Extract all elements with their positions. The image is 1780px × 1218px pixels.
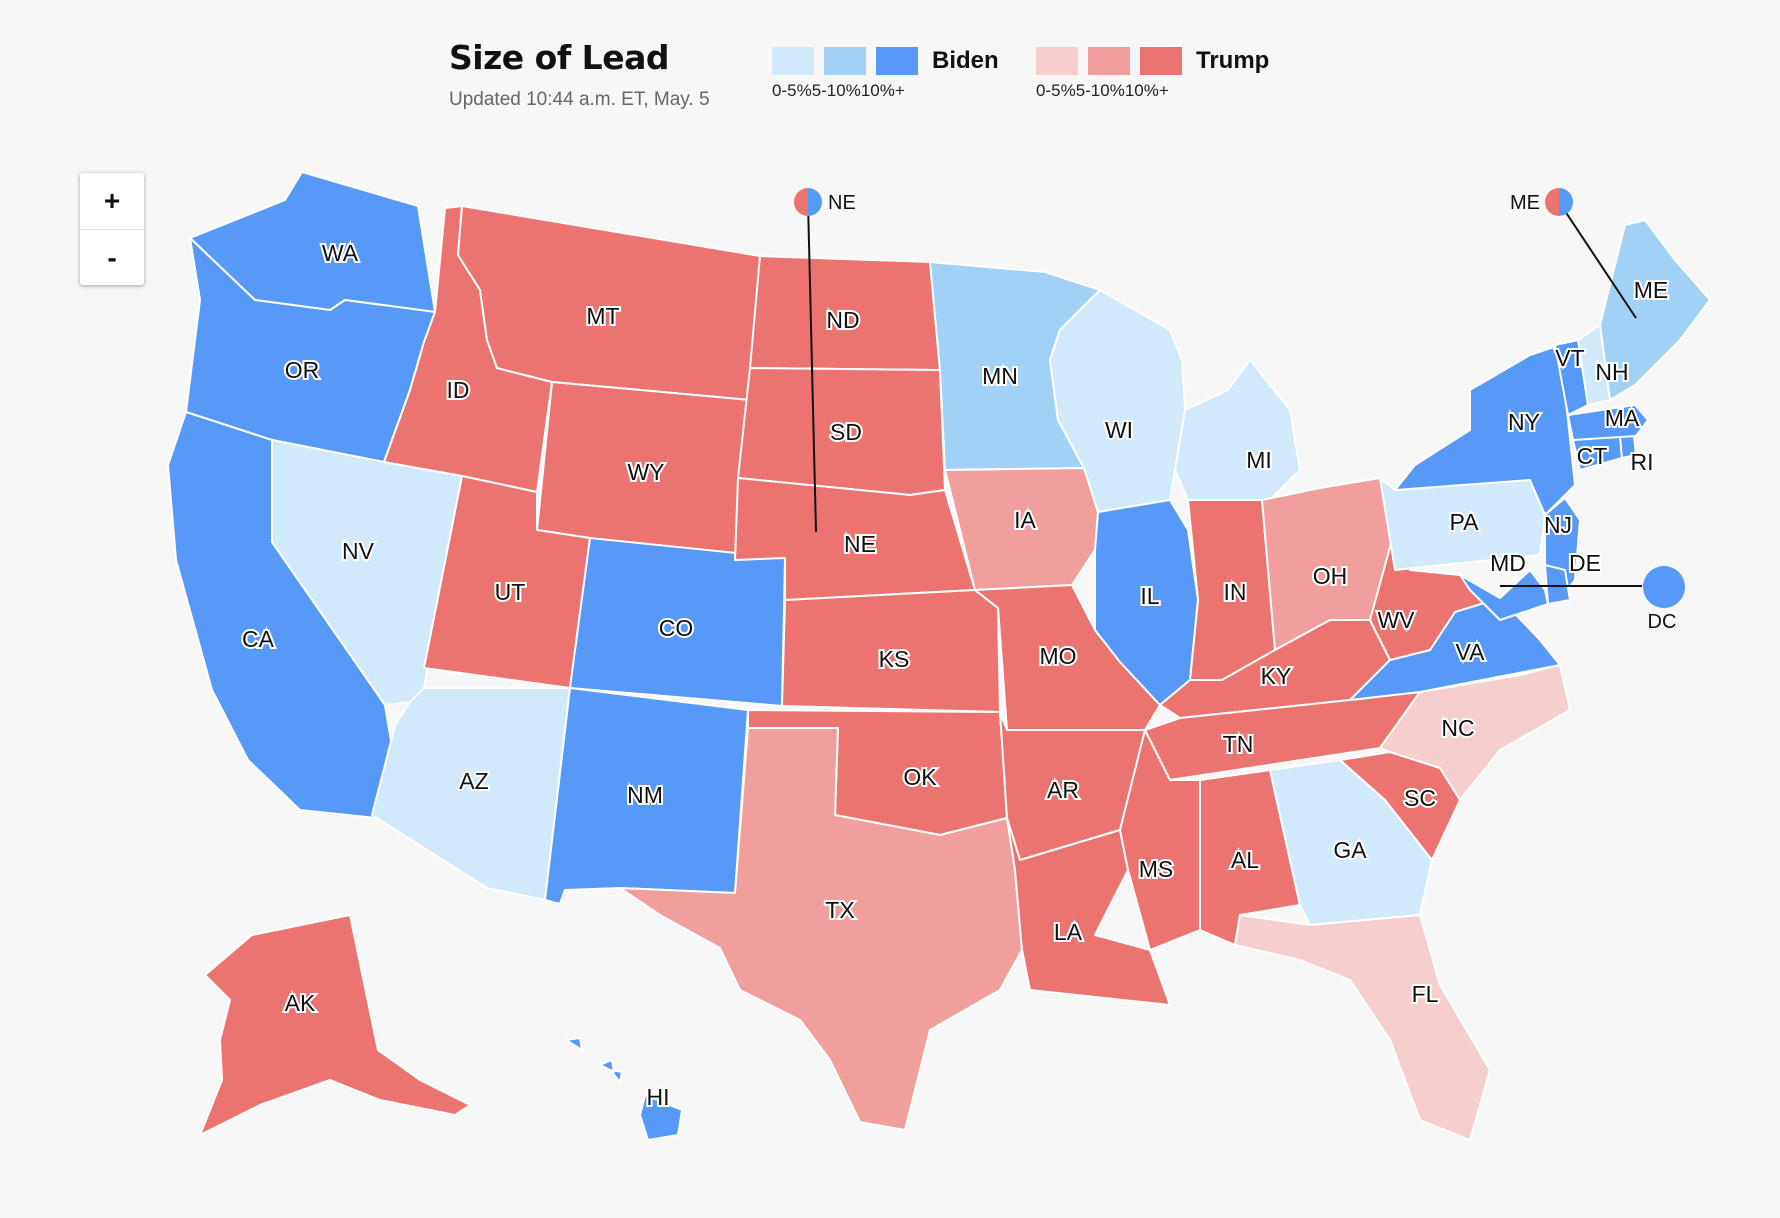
state-label-me: ME (1634, 277, 1669, 303)
state-label-ar: AR (1047, 777, 1079, 803)
state-label-oh: OH (1313, 563, 1348, 589)
state-label-ms: MS (1139, 856, 1174, 882)
state-label-wa: WA (322, 240, 359, 266)
state-label-pa: PA (1450, 509, 1480, 535)
state-label-ca: CA (242, 626, 275, 652)
state-mi[interactable] (1174, 359, 1301, 501)
state-label-id: ID (447, 377, 470, 403)
state-label-nh: NH (1595, 359, 1628, 385)
ne-split-biden (808, 188, 822, 216)
state-label-wi: WI (1105, 417, 1133, 443)
state-label-tn: TN (1223, 731, 1254, 757)
state-label-ak: AK (285, 990, 316, 1016)
state-label-nm: NM (627, 782, 663, 808)
state-label-vt: VT (1555, 345, 1584, 371)
us-map: DC NE ME WA OR CA NV ID MT WY UT AZ CO NM ND SD NE KS OK T… (167, 171, 1711, 1141)
state-label-ia: IA (1014, 507, 1036, 533)
dc-marker-label: DC (1648, 611, 1677, 633)
state-label-az: AZ (459, 768, 488, 794)
dc-marker[interactable] (1643, 566, 1685, 608)
state-label-mn: MN (982, 363, 1018, 389)
state-label-ma: MA (1605, 405, 1640, 431)
state-label-ky: KY (1261, 663, 1292, 689)
state-label-md: MD (1490, 550, 1526, 576)
state-label-nc: NC (1441, 715, 1474, 741)
state-label-ri: RI (1631, 449, 1654, 475)
state-label-mi: MI (1246, 447, 1272, 473)
state-ak[interactable] (199, 914, 471, 1136)
ne-split-label: NE (828, 192, 856, 214)
state-label-wv: WV (1377, 607, 1415, 633)
state-label-mo: MO (1039, 643, 1076, 669)
me-split-biden (1559, 188, 1573, 216)
state-label-ut: UT (495, 579, 526, 605)
state-label-la: LA (1054, 919, 1083, 945)
state-label-ga: GA (1333, 837, 1367, 863)
state-label-nv: NV (342, 538, 375, 564)
state-label-ct: CT (1577, 443, 1608, 469)
state-label-ny: NY (1508, 409, 1540, 435)
state-label-nd: ND (826, 307, 859, 333)
state-label-ne: NE (844, 531, 876, 557)
state-label-in: IN (1224, 579, 1247, 605)
state-label-mt: MT (586, 303, 619, 329)
state-label-de: DE (1569, 550, 1601, 576)
ne-split-trump (794, 188, 808, 216)
state-fl[interactable] (1234, 914, 1491, 1141)
state-label-hi: HI (647, 1084, 670, 1110)
state-label-ok: OK (903, 764, 937, 790)
state-label-wy: WY (627, 459, 664, 485)
state-label-sd: SD (830, 419, 862, 445)
state-label-al: AL (1231, 847, 1259, 873)
state-label-co: CO (659, 615, 694, 641)
state-label-or: OR (285, 357, 320, 383)
state-label-tx: TX (825, 897, 854, 923)
me-split-trump (1545, 188, 1559, 216)
state-label-il: IL (1140, 583, 1159, 609)
state-label-va: VA (1456, 639, 1486, 665)
state-label-sc: SC (1404, 785, 1436, 811)
state-label-fl: FL (1412, 981, 1439, 1007)
state-label-nj: NJ (1544, 512, 1572, 538)
state-label-ks: KS (879, 646, 910, 672)
me-split-label: ME (1510, 192, 1540, 214)
